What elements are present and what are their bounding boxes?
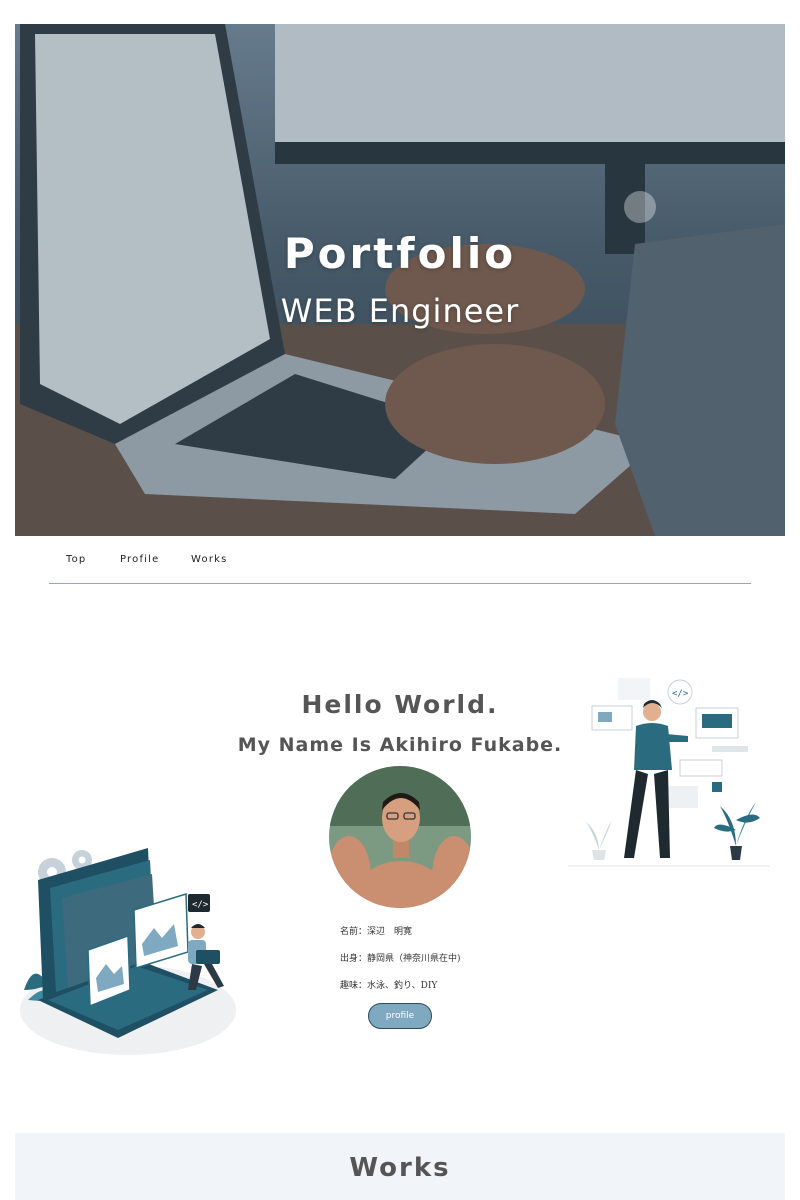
- developer-laptop-illustration: </>: [20, 848, 236, 1055]
- nav-item-profile[interactable]: Profile: [120, 554, 160, 565]
- hero-title: Portfolio: [283, 229, 517, 278]
- hero-photo-laptop-typing: [15, 24, 785, 536]
- info-origin: 出身：静岡県（神奈川県在中): [340, 954, 461, 964]
- code-icon: </>: [188, 894, 210, 912]
- developer-interface-illustration: </>: [568, 678, 770, 867]
- nav-item-top[interactable]: Top: [66, 554, 86, 565]
- hero-subtitle: WEB Engineer: [280, 292, 520, 330]
- main-nav: Top Profile Works: [49, 552, 751, 584]
- avatar: [329, 766, 471, 908]
- works-heading: Works: [349, 1153, 451, 1183]
- info-hobbies: 趣味：水泳、釣り、DIY: [340, 981, 438, 991]
- hero-banner: Portfolio WEB Engineer: [15, 24, 785, 536]
- profile-button[interactable]: profile: [368, 1003, 432, 1029]
- info-name: 名前：深辺 明寛: [340, 927, 413, 937]
- code-icon: </>: [672, 689, 689, 699]
- svg-text:</>: </>: [192, 900, 209, 910]
- works-section: Works: [15, 1133, 785, 1200]
- avatar-photo: [329, 766, 471, 908]
- nav-item-works[interactable]: Works: [191, 554, 228, 565]
- plant-icon: [714, 802, 760, 860]
